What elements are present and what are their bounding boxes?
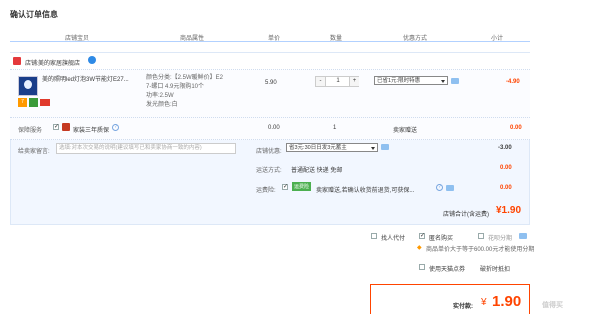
- discount-message-icon[interactable]: [381, 144, 389, 150]
- shop-row: 店铺: 美的家居旗舰店: [10, 53, 530, 70]
- help-icon[interactable]: ?: [112, 124, 119, 131]
- product-thumbnail[interactable]: [18, 76, 38, 96]
- insurance-amount: 0.00: [500, 185, 512, 191]
- watermark: 值得买: [542, 302, 563, 309]
- anonymous-checkbox[interactable]: [419, 233, 425, 239]
- service-option: 家装三年质保: [73, 128, 110, 134]
- col-header: 单价: [268, 36, 281, 42]
- page-title: 确认订单信息: [10, 10, 58, 19]
- wangwang-icon[interactable]: [88, 56, 96, 64]
- credit-icon: 7: [18, 98, 27, 107]
- shop-name-link[interactable]: 美的家居旗舰店: [38, 58, 80, 67]
- installment-label[interactable]: 花呗分期: [488, 233, 512, 242]
- shipping-label: 运送方式:: [256, 168, 282, 174]
- table-header: 店铺宝贝 商品属性 单价 数量 优惠方式 小计: [10, 32, 530, 42]
- service-label: 保障服务: [18, 128, 43, 134]
- service-price: 0.00: [268, 125, 280, 131]
- col-header: 数量: [330, 36, 343, 42]
- shipping-amount: 0.00: [500, 165, 512, 171]
- service-checkbox[interactable]: [53, 124, 59, 130]
- service-qty: 1: [333, 125, 337, 131]
- shop-discount-amount: -3.00: [498, 145, 512, 151]
- insurance-message-icon[interactable]: [446, 185, 454, 191]
- unit-price: 5.90: [265, 80, 277, 86]
- pay-currency: ¥: [481, 297, 487, 308]
- order-item: 7 美的照明led灯泡3W节能灯E27... 颜色分类:【2.5W暖鲜价】E2 …: [10, 70, 530, 118]
- col-header: 小计: [491, 36, 504, 42]
- shop-discount-select[interactable]: 省3元:30日日发3元蓄主: [286, 143, 378, 152]
- qty-minus-button[interactable]: -: [316, 77, 326, 86]
- coupon-checkbox[interactable]: [419, 264, 425, 270]
- message-label: 给卖家留言:: [18, 149, 50, 155]
- shop-total-amount: ¥1.90: [496, 205, 522, 216]
- qty-plus-button[interactable]: +: [349, 77, 359, 86]
- promo-select[interactable]: 已省1元:限时特惠: [374, 76, 448, 85]
- shop-icon: [13, 57, 21, 65]
- coupon-link[interactable]: 破折时抵扣: [480, 264, 510, 273]
- service-subtotal: 0.00: [510, 125, 522, 131]
- payment-summary: 实付款: ¥ 1.90: [370, 284, 530, 314]
- item-subtotal: -4.90: [506, 79, 520, 85]
- warning-icon: ◆: [417, 245, 422, 251]
- col-header: 商品属性: [180, 36, 205, 42]
- insurance-badge: 运费险: [292, 182, 312, 191]
- proxy-pay-checkbox[interactable]: [371, 233, 377, 239]
- shop-prefix: 店铺:: [25, 61, 39, 67]
- qty-input[interactable]: 1: [327, 77, 349, 86]
- installment-note: 商品单价大于等于600.00元才能使用分期: [426, 247, 535, 253]
- message-icon[interactable]: [451, 78, 459, 84]
- shop-total-label: 店铺合计(含运费): [443, 212, 489, 218]
- insurance-help-icon[interactable]: ?: [436, 184, 443, 191]
- shield-icon: [62, 123, 70, 131]
- pay-amount: 1.90: [492, 293, 522, 310]
- coupon-label[interactable]: 使用天猫点券: [429, 264, 465, 273]
- product-attributes: 颜色分类:【2.5W暖鲜价】E2 7-螺口 4.9元限购10个 功率:2.5W …: [146, 75, 224, 108]
- installment-checkbox[interactable]: [478, 233, 484, 239]
- service-note: 卖家赠送: [393, 128, 418, 134]
- shop-discount-label: 店铺优惠:: [256, 149, 282, 155]
- insurance-label: 运费险:: [256, 188, 276, 194]
- shipping-method: 普通配送 快递 免邮: [291, 168, 343, 174]
- col-header: 优惠方式: [403, 36, 428, 42]
- col-header: 店铺宝贝: [65, 36, 90, 42]
- card-icon: [519, 233, 527, 239]
- flag-icon: [40, 99, 50, 106]
- quantity-stepper: - 1 +: [315, 76, 359, 87]
- insurance-text: 卖家赠送,若确认收货前退货,可获保...: [316, 188, 415, 194]
- service-row: 保障服务 家装三年质保 ? 0.00 1 卖家赠送 0.00: [10, 118, 530, 140]
- product-name-link[interactable]: 美的照明led灯泡3W节能灯E27...: [42, 74, 142, 83]
- service-icon: [29, 98, 38, 107]
- insurance-checkbox[interactable]: [282, 184, 288, 190]
- pay-label: 实付款:: [453, 304, 473, 310]
- proxy-pay-label[interactable]: 找人代付: [381, 233, 405, 242]
- seller-message-input[interactable]: 选填:对本次交易的说明(建议填写已和卖家协商一致的内容): [56, 143, 236, 154]
- anonymous-label[interactable]: 匿名购买: [429, 233, 453, 242]
